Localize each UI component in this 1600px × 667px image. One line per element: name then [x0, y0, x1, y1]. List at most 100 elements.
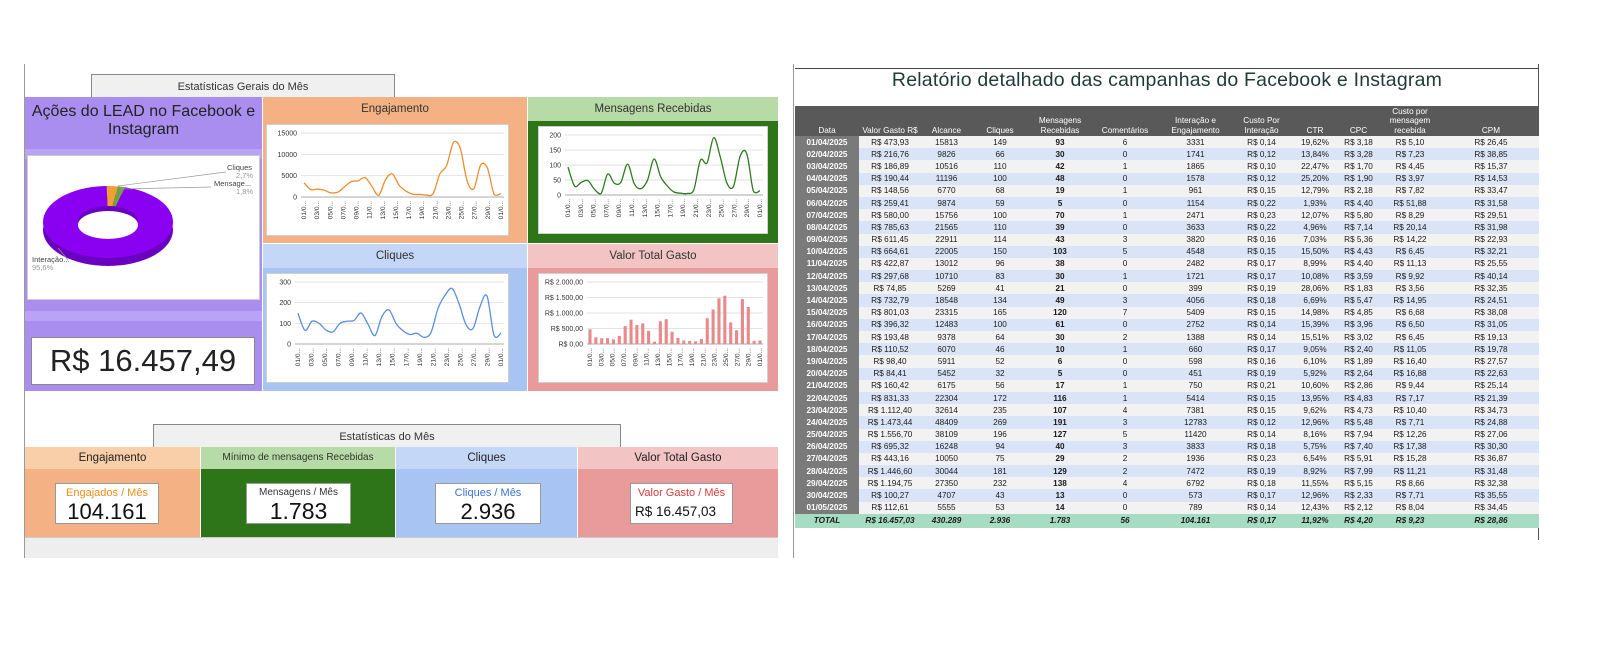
actions-band-2: [25, 311, 262, 321]
table-cell: R$ 664,61: [859, 245, 921, 258]
table-cell: 13/04/2025: [795, 282, 859, 295]
bar: [693, 341, 698, 344]
table-cell: R$ 10,40: [1377, 404, 1443, 417]
table-cell: 0: [1092, 221, 1158, 234]
table-header-7[interactable]: Custo Por Interação: [1233, 106, 1290, 136]
table-cell: 2471: [1158, 209, 1233, 222]
table-header-6[interactable]: Interação e Engajamento: [1158, 106, 1233, 136]
table-cell: 05/04/2025: [795, 184, 859, 197]
spend-card-panel: Valor Total Gasto Valor Gasto / Mês R$ 1…: [578, 447, 778, 537]
clicks-card-panel: Cliques Cliques / Mês 2.936: [396, 447, 577, 537]
table-cell: R$ 32,38: [1443, 477, 1539, 490]
engagement-card-title: Engajamento: [25, 447, 200, 469]
x-tick-label: 15/0...: [655, 199, 662, 217]
table-cell: 6,69%: [1290, 294, 1340, 307]
table-cell: 14,98%: [1290, 306, 1340, 319]
table-cell: 5: [1028, 367, 1092, 380]
table-header-9[interactable]: CPC: [1340, 106, 1377, 136]
table-cell: R$ 0,15: [1233, 245, 1290, 258]
table-cell: R$ 98,40: [859, 355, 921, 368]
table-row: 01/04/2025 R$ 473,93 15813 149 93 6 3331 R$ 0,1…: [795, 136, 1539, 149]
table-header-4[interactable]: Mensagens Recebidas: [1028, 106, 1092, 136]
x-tick-label: 25/0...: [459, 201, 466, 219]
month-stats-tab[interactable]: Estatísticas do Mês: [153, 424, 621, 448]
y-tick-label: 200: [549, 133, 561, 140]
table-cell: R$ 0,19: [1233, 282, 1290, 295]
table-cell: R$ 0,12: [1233, 172, 1290, 185]
table-cell: R$ 9,44: [1377, 379, 1443, 392]
table-cell: 29: [1028, 452, 1092, 466]
y-tick-label: 5000: [281, 173, 297, 180]
y-tick-label: 200: [279, 300, 291, 307]
table-cell: R$ 0,22: [1233, 221, 1290, 234]
table-header-8[interactable]: CTR: [1290, 106, 1340, 136]
table-cell: R$ 0,19: [1233, 465, 1290, 478]
table-cell: R$ 1,90: [1340, 172, 1377, 185]
table-cell: 134: [972, 294, 1028, 307]
table-cell: 24/04/2025: [795, 416, 859, 429]
table-cell: 11196: [921, 172, 972, 185]
engagement-card-value: 104.161: [67, 499, 147, 524]
x-tick-label: 11/0...: [363, 348, 370, 366]
table-cell: 83: [972, 270, 1028, 283]
x-tick-label: 27/0...: [734, 348, 741, 366]
general-stats-tab[interactable]: Estatísticas Gerais do Mês: [91, 74, 395, 98]
table-cell: R$ 190,44: [859, 172, 921, 185]
clicks-chart: 300 200 100 0 01/0... 03/0... 05/0... 07/0... 09…: [279, 280, 505, 367]
table-cell: R$ 34,73: [1443, 404, 1539, 417]
table-cell: 6: [1092, 136, 1158, 149]
table-row: 19/04/2025 R$ 98,40 5911 52 6 0 598 R$ 0,16 6,10…: [795, 355, 1539, 368]
table-cell: R$ 7,23: [1377, 148, 1443, 161]
table-body: 01/04/2025 R$ 473,93 15813 149 93 6 3331 R$ 0,1…: [795, 136, 1539, 528]
table-cell: R$ 0,23: [1233, 452, 1290, 466]
table-cell: 15756: [921, 209, 972, 222]
table-cell: 3331: [1158, 136, 1233, 149]
table-header-0[interactable]: Data: [795, 106, 859, 136]
table-header-2[interactable]: Alcance: [921, 106, 972, 136]
table-cell: R$ 148,56: [859, 184, 921, 197]
y-tick-label: 10000: [278, 152, 298, 159]
y-tick-label: 150: [549, 148, 561, 155]
table-cell: R$ 2,18: [1340, 184, 1377, 197]
table-row: 09/04/2025 R$ 611,45 22911 114 43 3 3820 R$ 0,1…: [795, 233, 1539, 246]
table-cell: R$ 216,76: [859, 148, 921, 161]
table-header-11[interactable]: CPM: [1443, 106, 1539, 136]
table-row: 01/05/2025 R$ 112,61 5555 53 14 0 789 R$ 0,14 12…: [795, 501, 1539, 514]
table-cell: 15,51%: [1290, 331, 1340, 344]
table-cell: R$ 22,63: [1443, 367, 1539, 380]
table-cell: R$ 14,53: [1443, 172, 1539, 185]
total-value: R$ 16.457,49: [31, 337, 255, 385]
table-cell: 5409: [1158, 306, 1233, 319]
x-tick-label: 09/0...: [616, 199, 623, 217]
table-cell: R$ 611,45: [859, 233, 921, 246]
table-cell: 10/04/2025: [795, 245, 859, 258]
table-cell: R$ 831,33: [859, 391, 921, 405]
table-cell: 1: [1092, 343, 1158, 356]
table-cell: R$ 0,21: [1233, 379, 1290, 392]
table-cell: R$ 1,89: [1340, 355, 1377, 368]
table-cell: 3: [1092, 416, 1158, 429]
table-cell: 10710: [921, 270, 972, 283]
table-cell: 5,75%: [1290, 440, 1340, 453]
pie-chart: Cliques2,7%Mensage...1,8%Interação...95,…: [32, 163, 253, 272]
table-cell: 10,08%: [1290, 270, 1340, 283]
table-header-3[interactable]: Cliques: [972, 106, 1028, 136]
table-cell: 1721: [1158, 270, 1233, 283]
table-cell: 2: [1092, 331, 1158, 344]
table-cell: 110: [972, 160, 1028, 173]
table-header-row: Data Valor Gasto R$ Alcance Cliques Mensagen…: [795, 106, 1539, 136]
table-header-5[interactable]: Comentários: [1092, 106, 1158, 136]
x-tick-label: 29/0...: [744, 199, 751, 217]
x-tick-label: 27/0...: [472, 201, 479, 219]
table-header-1[interactable]: Valor Gasto R$: [859, 106, 921, 136]
y-tick-label: 50: [553, 178, 561, 185]
table-cell: 66: [972, 148, 1028, 161]
table-cell: 70: [1028, 209, 1092, 222]
table-header-10[interactable]: Custo por mensagem recebida: [1377, 106, 1443, 136]
table-cell: 12,07%: [1290, 209, 1340, 222]
table-row: 10/04/2025 R$ 664,61 22005 150 103 5 4548 R$ 0,…: [795, 245, 1539, 258]
table-cell: R$ 5,15: [1340, 477, 1377, 490]
actions-title: Ações do LEAD no Facebook e Instagram: [31, 103, 256, 138]
table-cell: R$ 110,52: [859, 343, 921, 356]
table-cell: R$ 25,55: [1443, 257, 1539, 271]
